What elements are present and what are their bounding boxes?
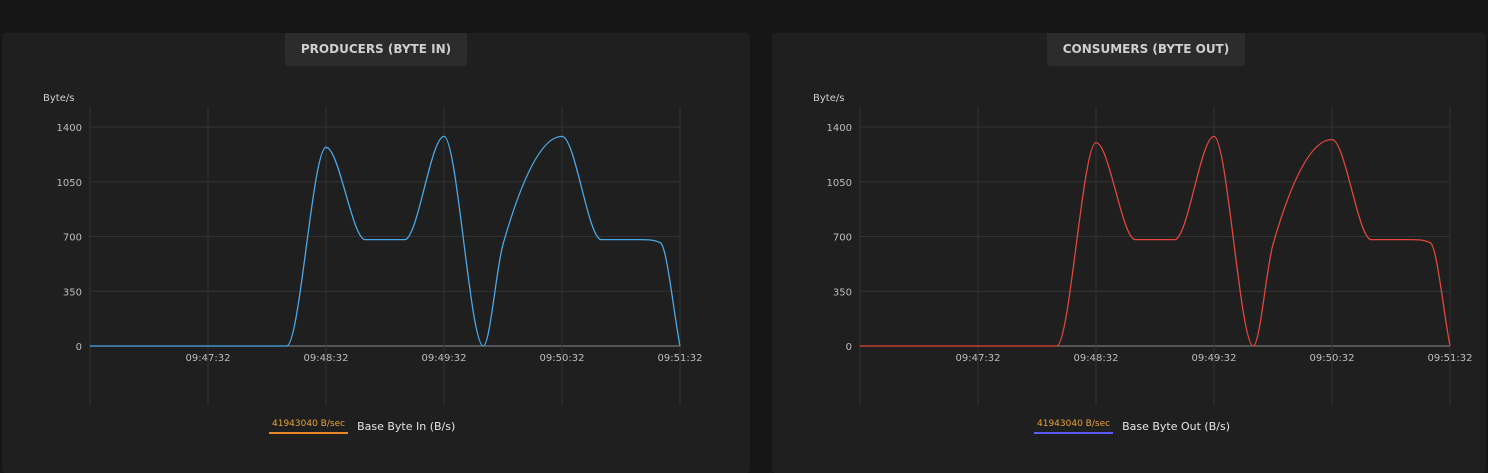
y-tick-label: 350 [63, 287, 82, 298]
x-tick-label: 09:49:32 [422, 353, 467, 364]
series-line [860, 135, 1451, 347]
producers-legend[interactable]: 41943040 B/sec Base Byte In (B/s) [269, 416, 455, 436]
y-axis-label: Byte/s [813, 93, 844, 104]
consumers-legend[interactable]: 41943040 B/sec Base Byte Out (B/s) [1034, 416, 1230, 436]
y-tick-label: 0 [846, 342, 852, 353]
producers-legend-badge: 41943040 B/sec [269, 419, 349, 434]
y-tick-label: 700 [63, 233, 82, 244]
x-tick-label: 09:47:32 [186, 353, 231, 364]
y-tick-label: 1400 [827, 123, 852, 134]
y-axis-label: Byte/s [43, 93, 74, 104]
x-tick-label: 09:49:32 [1192, 353, 1237, 364]
producers-panel: PRODUCERS (BYTE IN) Byte/s 0 350 700 1050 140… [2, 33, 750, 473]
x-tick-label: 09:51:32 [1428, 353, 1473, 364]
y-tick-label: 1050 [827, 178, 852, 189]
x-tick-label: 09:50:32 [1310, 353, 1355, 364]
series-line [90, 135, 681, 347]
producers-chart: Byte/s 0 350 700 1050 1400 09:47:32 09:48:32 09:… [43, 93, 703, 405]
producers-legend-label: Base Byte In (B/s) [357, 419, 456, 433]
consumers-panel: CONSUMERS (BYTE OUT) Byte/s 0 350 700 1050 14… [772, 33, 1486, 473]
consumers-legend-badge: 41943040 B/sec [1034, 419, 1114, 434]
x-tick-label: 09:50:32 [540, 353, 585, 364]
x-tick-label: 09:51:32 [658, 353, 703, 364]
x-tick-label: 09:48:32 [1074, 353, 1119, 364]
y-tick-label: 1050 [57, 178, 82, 189]
y-tick-label: 1400 [57, 123, 82, 134]
consumers-chart: Byte/s 0 350 700 1050 1400 09:47:32 09:48:32 09:… [813, 93, 1473, 405]
y-tick-label: 0 [76, 342, 82, 353]
consumers-legend-label: Base Byte Out (B/s) [1122, 419, 1230, 433]
y-tick-label: 350 [833, 287, 852, 298]
x-tick-label: 09:47:32 [956, 353, 1001, 364]
x-tick-label: 09:48:32 [304, 353, 349, 364]
y-tick-label: 700 [833, 233, 852, 244]
